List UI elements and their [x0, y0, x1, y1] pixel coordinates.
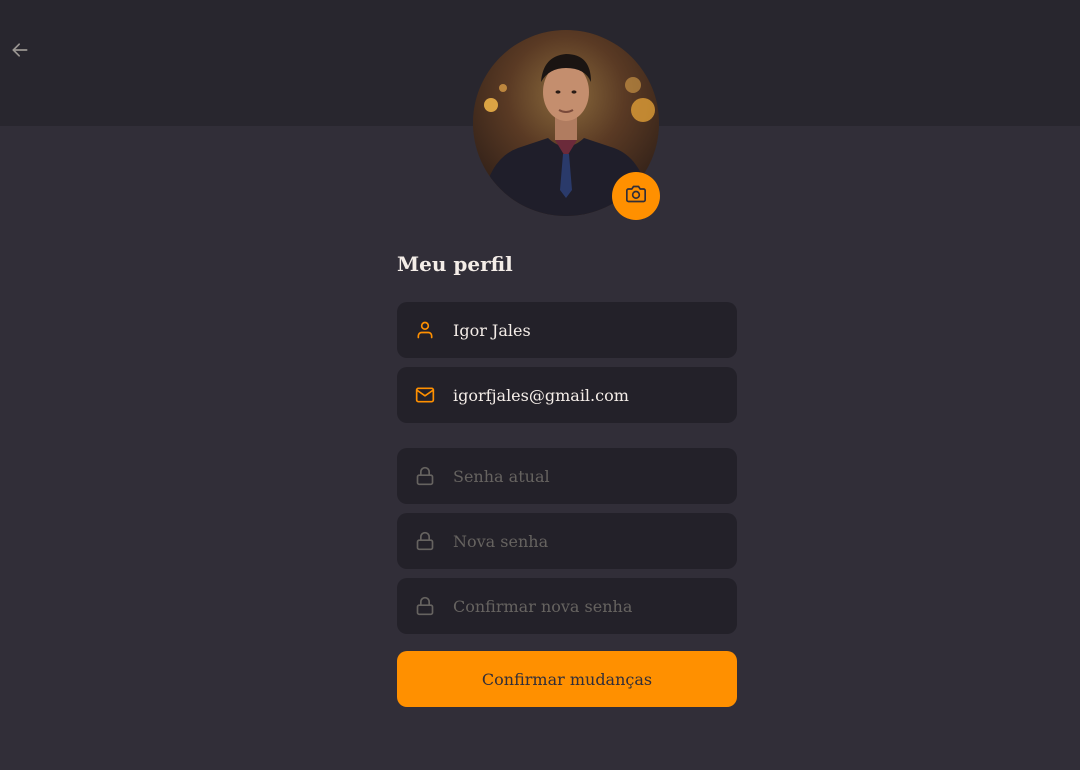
lock-icon [415, 466, 435, 486]
new-password-field[interactable] [397, 513, 737, 569]
email-input[interactable] [451, 384, 725, 406]
lock-icon [415, 531, 435, 551]
change-avatar-button[interactable] [612, 172, 660, 220]
name-input[interactable] [451, 319, 725, 341]
mail-icon [415, 385, 435, 405]
confirm-changes-button[interactable]: Confirmar mudanças [397, 651, 737, 707]
new-password-input[interactable] [451, 530, 725, 552]
user-icon [415, 320, 435, 340]
avatar-container [473, 30, 660, 220]
page-title: Meu perfil [397, 252, 513, 276]
confirm-password-field[interactable] [397, 578, 737, 634]
email-field[interactable] [397, 367, 737, 423]
lock-icon [415, 596, 435, 616]
arrow-left-icon [10, 40, 30, 64]
back-button[interactable] [8, 40, 32, 64]
name-field[interactable] [397, 302, 737, 358]
old-password-field[interactable] [397, 448, 737, 504]
camera-icon [626, 184, 646, 208]
old-password-input[interactable] [451, 465, 725, 487]
confirm-password-input[interactable] [451, 595, 725, 617]
